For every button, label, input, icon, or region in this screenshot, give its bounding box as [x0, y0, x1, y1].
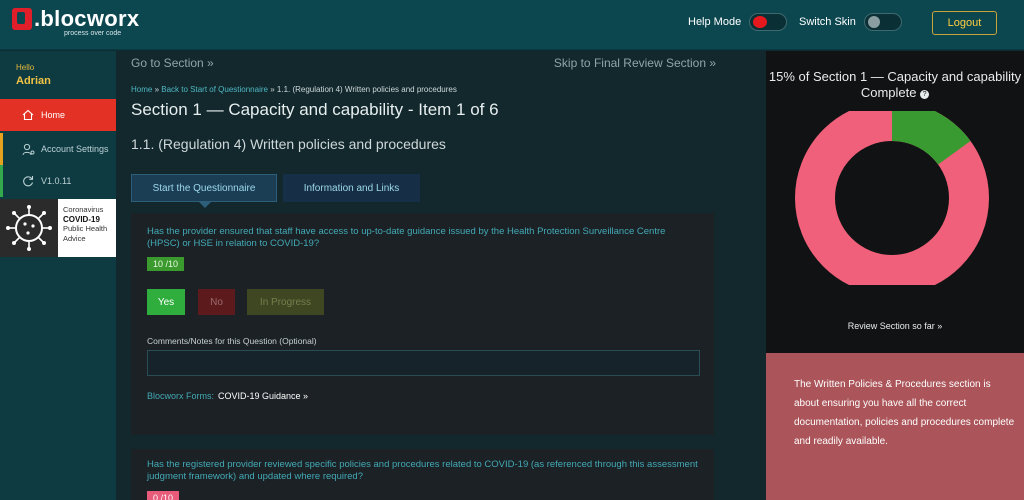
breadcrumb-current: 1.1. (Regulation 4) Written policies and… — [276, 85, 457, 94]
item-title: 1.1. (Regulation 4) Written policies and… — [131, 136, 446, 152]
user-name: Adrian — [16, 75, 51, 87]
comments-input[interactable] — [147, 350, 700, 376]
toggle-knob — [867, 16, 880, 28]
sidebar-item-label: Account Settings — [41, 144, 109, 154]
question-card: Has the registered provider reviewed spe… — [131, 449, 714, 500]
help-mode-label: Help Mode — [688, 16, 742, 28]
logo-text: .blocworx — [34, 6, 140, 31]
progress-donut-chart — [795, 111, 989, 285]
home-icon — [21, 108, 35, 122]
forms-label: Blocworx Forms: — [147, 391, 215, 401]
donut-complete-segment — [891, 111, 971, 166]
answer-no-button[interactable]: No — [198, 289, 235, 315]
covid-line2: COVID-19 — [63, 214, 100, 224]
answer-in-progress-button[interactable]: In Progress — [247, 289, 324, 315]
refresh-icon — [21, 174, 35, 188]
breadcrumb-separator: » — [152, 85, 162, 94]
tab-start-questionnaire[interactable]: Start the Questionnaire — [131, 174, 277, 208]
covid-advice-banner[interactable]: Coronavirus COVID-19 Public Health Advic… — [0, 199, 116, 257]
progress-title-text: 15% of Section 1 — Capacity and capabili… — [768, 69, 1022, 100]
logo-tagline: process over code — [64, 30, 122, 37]
toggle-knob — [753, 16, 768, 28]
help-icon[interactable]: ? — [920, 90, 930, 99]
progress-title: 15% of Section 1 — Capacity and capabili… — [766, 69, 1024, 101]
question-card: Has the provider ensured that staff have… — [131, 213, 714, 435]
help-mode-toggle[interactable] — [749, 13, 788, 31]
logo-mark-icon — [12, 8, 32, 30]
coronavirus-icon — [0, 199, 58, 257]
section-info-box: The Written Policies & Procedures sectio… — [766, 353, 1024, 500]
greeting: Hello — [16, 63, 35, 72]
covid-line1: Coronavirus — [63, 205, 104, 214]
sidebar-item-version[interactable]: V1.0.11 — [0, 165, 116, 197]
logout-button[interactable]: Logout — [932, 11, 997, 35]
progress-panel: 15% of Section 1 — Capacity and capabili… — [766, 51, 1024, 500]
sidebar: Hello Adrian Home Account Settings V1.0.… — [0, 51, 116, 500]
top-bar: .blocworx process over code Help Mode Sw… — [0, 0, 1024, 50]
switch-skin-label: Switch Skin — [799, 16, 856, 28]
covid-guidance-link[interactable]: COVID-19 Guidance » — [218, 391, 308, 401]
question-text: Has the provider ensured that staff have… — [147, 226, 666, 249]
answer-yes-button[interactable]: Yes — [147, 289, 185, 315]
sidebar-item-label: V1.0.11 — [41, 176, 72, 186]
sidebar-item-account-settings[interactable]: Account Settings — [0, 133, 116, 165]
covid-line3: Public Health — [63, 224, 108, 233]
main-content: Go to Section » Skip to Final Review Sec… — [116, 51, 766, 500]
breadcrumb-separator: » — [267, 85, 277, 94]
blocworx-forms: Blocworx Forms: COVID-19 Guidance » — [147, 391, 308, 401]
blocworx-logo[interactable]: .blocworx — [12, 8, 139, 30]
breadcrumb: Home » Back to Start of Questionnaire » … — [131, 85, 457, 94]
comments-label: Comments/Notes for this Question (Option… — [147, 336, 317, 346]
skip-to-final-link[interactable]: Skip to Final Review Section » — [554, 56, 716, 70]
go-to-section-link[interactable]: Go to Section » — [131, 56, 214, 70]
section-title: Section 1 — Capacity and capability - It… — [131, 100, 499, 119]
help-mode-control: Help Mode — [688, 13, 788, 31]
covid-line4: Advice — [63, 233, 86, 243]
review-section-link[interactable]: Review Section so far » — [766, 321, 1024, 331]
breadcrumb-home[interactable]: Home — [131, 85, 152, 94]
user-gear-icon — [21, 142, 35, 156]
sidebar-item-home[interactable]: Home — [0, 99, 116, 131]
tab-information-links[interactable]: Information and Links — [283, 174, 420, 202]
breadcrumb-back[interactable]: Back to Start of Questionnaire — [161, 85, 268, 94]
section-info-text: The Written Policies & Procedures sectio… — [794, 379, 1015, 447]
covid-banner-text: Coronavirus COVID-19 Public Health Advic… — [58, 199, 107, 257]
score-badge: 10 /10 — [147, 257, 185, 271]
score-badge: 0 /10 — [147, 491, 180, 500]
question-text: Has the registered provider reviewed spe… — [147, 459, 698, 482]
switch-skin-toggle[interactable] — [863, 13, 902, 31]
switch-skin-control: Switch Skin — [799, 13, 902, 31]
sidebar-item-label: Home — [41, 110, 66, 120]
